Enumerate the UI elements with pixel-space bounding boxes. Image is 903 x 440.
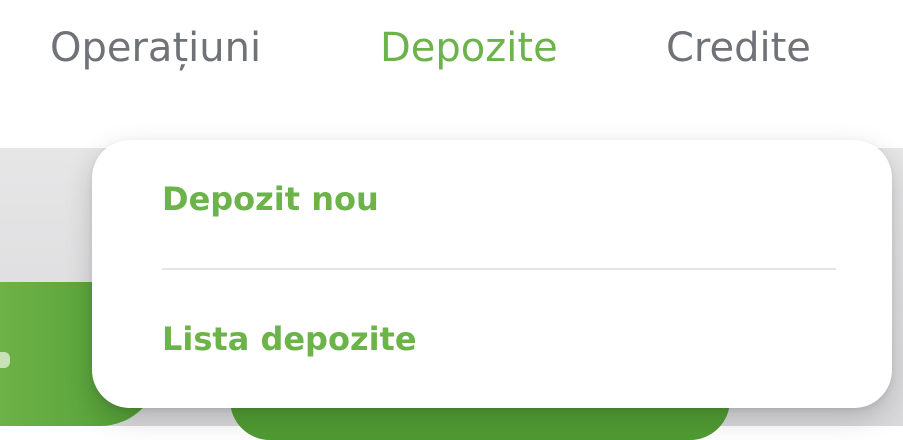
button-edge-highlight	[0, 352, 10, 368]
top-navigation: Operațiuni Depozite Credite	[0, 0, 903, 110]
nav-item-operatiuni[interactable]: Operațiuni	[50, 18, 261, 78]
nav-item-credite[interactable]: Credite	[666, 18, 811, 78]
menu-item-depozit-nou[interactable]: Depozit nou	[162, 180, 379, 218]
menu-item-lista-depozite[interactable]: Lista depozite	[162, 320, 417, 358]
nav-item-depozite[interactable]: Depozite	[380, 18, 558, 78]
menu-divider	[162, 268, 836, 270]
depozite-dropdown-menu: Depozit nou Lista depozite	[92, 140, 892, 408]
